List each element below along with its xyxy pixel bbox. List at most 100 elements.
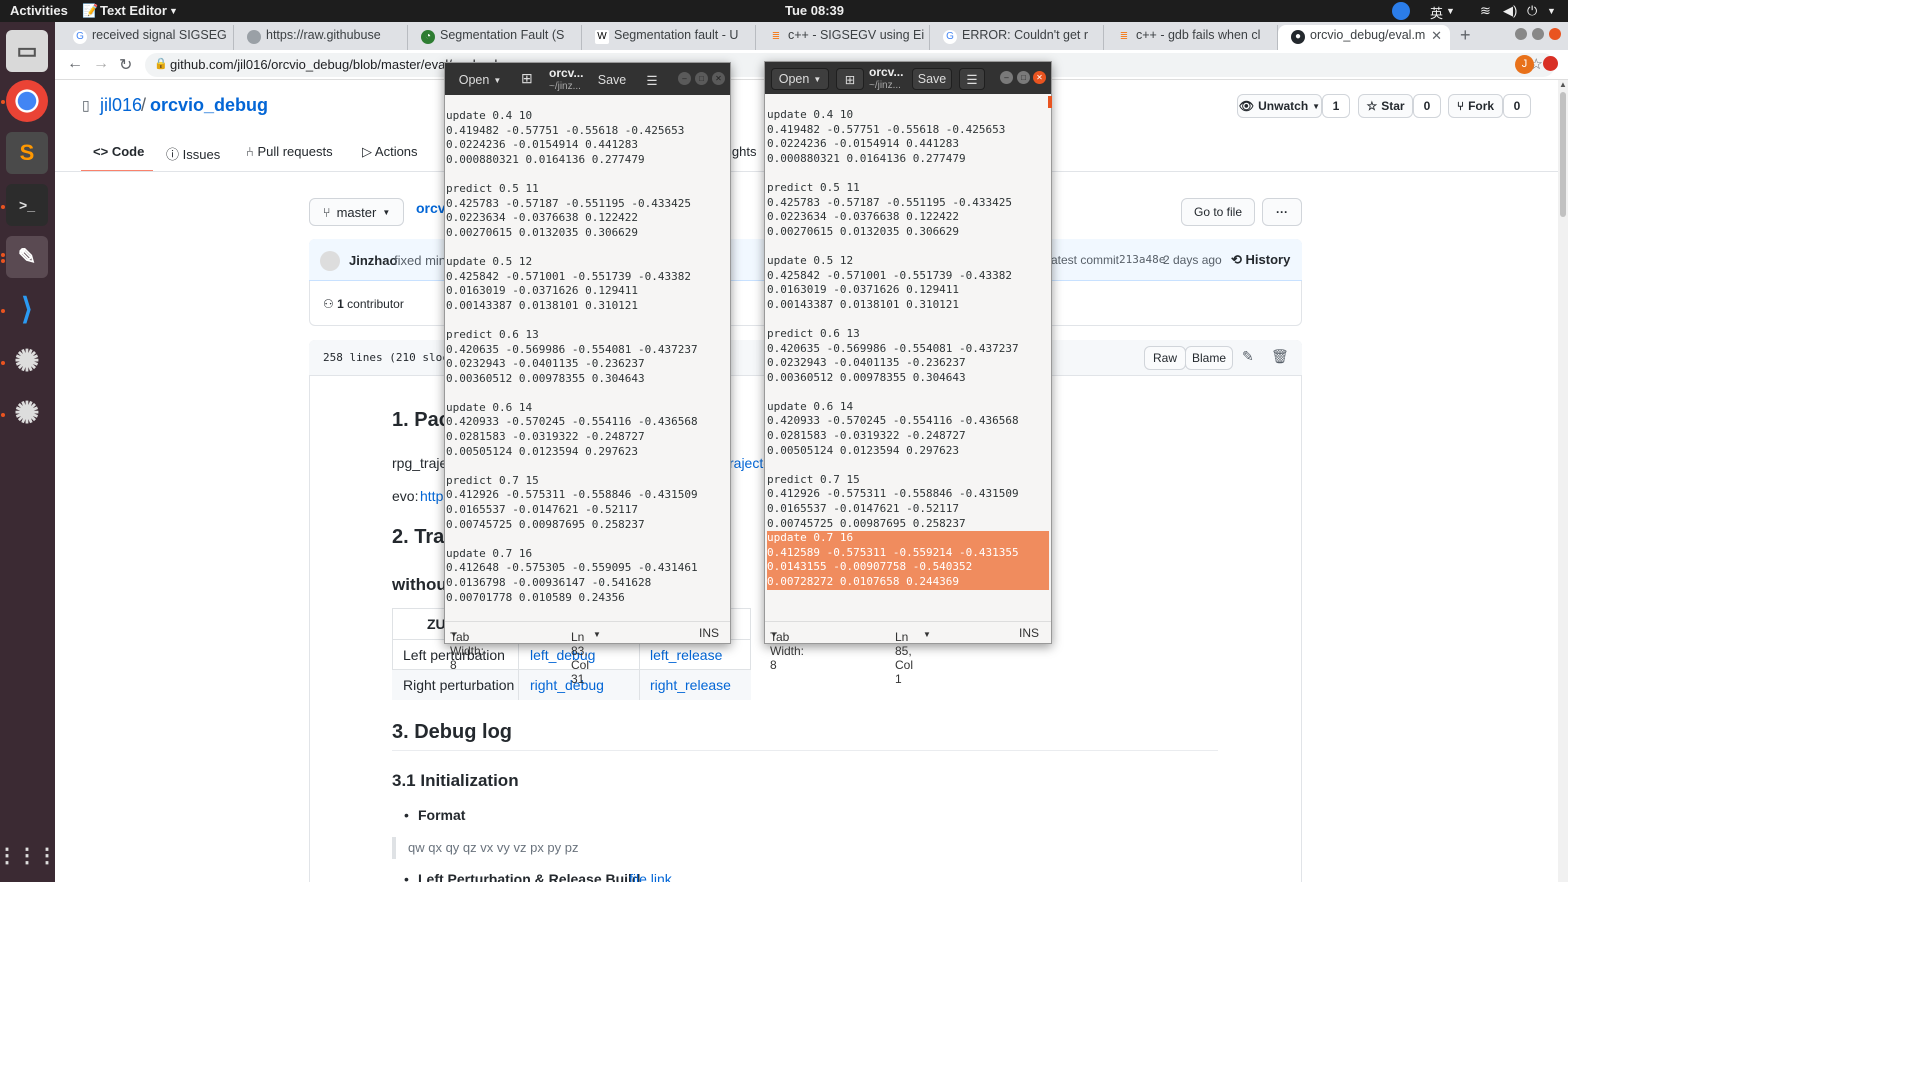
power-icon[interactable]: ⏻ xyxy=(1527,3,1537,19)
close-tab-icon[interactable]: ✕ xyxy=(1431,28,1442,44)
tab[interactable]: ≣ c++ - gdb fails when cl xyxy=(1104,25,1278,50)
image-link[interactable]: right_release xyxy=(650,677,731,693)
ros-icon-2[interactable]: ✺ xyxy=(6,392,48,434)
app-grid-icon[interactable]: ⋮⋮⋮ xyxy=(0,834,57,876)
tab-title: c++ - SIGSEGV using Ei xyxy=(788,28,925,42)
format-label: Format xyxy=(418,807,466,823)
editor-text-area[interactable]: update 0.4 10 0.419482 -0.57751 -0.55618… xyxy=(765,94,1051,623)
repo-owner-link[interactable]: jil016 xyxy=(100,95,142,116)
fork-button[interactable]: ⑂ Fork xyxy=(1448,94,1503,118)
star-count[interactable]: 0 xyxy=(1413,94,1441,118)
minimize-icon[interactable]: – xyxy=(1000,71,1013,84)
branch-selector[interactable]: ⑂ master ▼ xyxy=(309,198,404,226)
clock[interactable]: Tue 08:39 xyxy=(785,3,844,18)
commit-author[interactable]: Jinzhao xyxy=(349,253,397,268)
close-icon[interactable]: ✕ xyxy=(712,72,725,85)
wikipedia-icon: W xyxy=(595,30,609,44)
maximize-icon[interactable] xyxy=(1532,28,1544,40)
delete-trash-icon[interactable]: 🗑 xyxy=(1271,348,1289,365)
file-path: ~/jinz... xyxy=(869,80,901,91)
tab-insights[interactable]: ights xyxy=(729,144,756,159)
activities-button[interactable]: Activities xyxy=(10,3,68,18)
chrome-icon[interactable] xyxy=(6,80,48,122)
scrollbar-thumb[interactable] xyxy=(1560,92,1566,217)
tab-title: Segmentation Fault (S xyxy=(440,28,565,42)
tab[interactable]: W Segmentation fault - U xyxy=(582,25,756,50)
teamviewer-icon[interactable] xyxy=(1392,2,1410,20)
sublime-icon[interactable]: S xyxy=(6,132,48,174)
text-editor-icon[interactable]: ✎ xyxy=(6,236,48,278)
profile-avatar[interactable]: J xyxy=(1515,55,1534,74)
contributors-label: contributor xyxy=(347,297,404,311)
save-button[interactable]: Save xyxy=(592,69,632,91)
go-to-file-button[interactable]: Go to file xyxy=(1181,198,1255,226)
selected-text[interactable]: update 0.7 16 0.412589 -0.575311 -0.5592… xyxy=(767,531,1049,590)
raw-button[interactable]: Raw xyxy=(1144,346,1186,370)
chevron-down-icon: ▼ xyxy=(1446,6,1455,16)
more-options-icon[interactable]: ··· xyxy=(1262,198,1302,226)
tab[interactable]: Greceived signal SIGSEG xyxy=(60,25,234,50)
close-window-icon[interactable] xyxy=(1549,28,1561,40)
edit-pencil-icon[interactable]: ✎ xyxy=(1242,348,1254,365)
minimize-icon[interactable] xyxy=(1515,28,1527,40)
tab-code[interactable]: <> Code xyxy=(93,144,144,159)
history-link[interactable]: ⟲ History xyxy=(1231,252,1290,268)
text-editor-icon: 📝 xyxy=(82,3,99,18)
open-button[interactable]: Open ▼ xyxy=(451,69,509,91)
maximize-icon[interactable]: □ xyxy=(1017,71,1030,84)
tab-actions[interactable]: ▷ Actions xyxy=(362,144,418,160)
wifi-icon[interactable]: ≋ xyxy=(1480,3,1491,19)
vscode-icon[interactable]: ⟩ xyxy=(6,288,48,330)
forward-icon[interactable]: → xyxy=(93,55,109,73)
update-icon[interactable] xyxy=(1543,56,1558,71)
repo-name-link[interactable]: orcvio_debug xyxy=(150,95,268,116)
breadcrumb[interactable]: orcv xyxy=(416,200,446,216)
hamburger-menu-icon[interactable]: ☰ xyxy=(640,69,664,91)
app-menu[interactable]: Text Editor xyxy=(100,3,167,18)
file-link[interactable]: file link xyxy=(629,871,672,882)
files-icon[interactable]: ▭ xyxy=(6,30,48,72)
tab[interactable]: ◔ Segmentation Fault (S xyxy=(408,25,582,50)
avatar[interactable] xyxy=(320,251,340,271)
scroll-up-icon[interactable]: ▲ xyxy=(1559,80,1567,89)
running-indicator xyxy=(1,253,5,257)
chevron-down-icon: ▼ xyxy=(169,6,178,16)
open-button[interactable]: Open ▼ xyxy=(771,68,829,90)
new-document-icon[interactable]: ⊞ xyxy=(521,70,533,87)
unwatch-button[interactable]: 👁 Unwatch ▼ xyxy=(1237,94,1322,118)
input-method[interactable]: 英 xyxy=(1430,3,1443,22)
editor-scrollbar[interactable] xyxy=(1048,96,1052,108)
hamburger-menu-icon[interactable]: ☰ xyxy=(959,68,985,90)
image-link[interactable]: right_debug xyxy=(530,677,604,693)
new-document-icon[interactable]: ⊞ xyxy=(836,68,864,90)
fork-count[interactable]: 0 xyxy=(1503,94,1531,118)
reload-icon[interactable]: ↻ xyxy=(119,55,132,75)
tab-active[interactable]: ● orcvio_debug/eval.m ✕ xyxy=(1278,25,1450,50)
volume-icon[interactable]: ◀) xyxy=(1503,3,1517,19)
close-icon[interactable]: ✕ xyxy=(1033,71,1046,84)
tab[interactable]: ≣ c++ - SIGSEGV using Ei xyxy=(756,25,930,50)
globe-icon xyxy=(247,30,261,44)
tab[interactable]: G ERROR: Couldn't get r xyxy=(930,25,1104,50)
maximize-icon[interactable]: □ xyxy=(695,72,708,85)
terminal-icon[interactable]: >_ xyxy=(6,184,48,226)
image-link[interactable]: left_release xyxy=(650,647,722,663)
editor-text-area[interactable]: update 0.4 10 0.419482 -0.57751 -0.55618… xyxy=(445,95,730,623)
commit-hash[interactable]: 213a48e xyxy=(1119,253,1165,266)
running-indicator xyxy=(1,100,5,104)
tab-issues[interactable]: ⓘ Issues xyxy=(166,144,220,163)
tab[interactable]: https://raw.githubuse xyxy=(234,25,408,50)
watch-count[interactable]: 1 xyxy=(1322,94,1350,118)
top-bar: Activities 📝 Text Editor ▼ Tue 08:39 英 ▼… xyxy=(0,0,1568,22)
tab-pull-requests[interactable]: ⑃ Pull requests xyxy=(246,144,333,159)
contributors[interactable]: ⚇ 1 contributor xyxy=(323,297,404,311)
back-icon[interactable]: ← xyxy=(67,55,83,73)
star-button[interactable]: ☆ Star xyxy=(1358,94,1413,118)
new-tab-button[interactable]: + xyxy=(1460,25,1471,46)
save-button[interactable]: Save xyxy=(912,68,952,90)
people-icon: ⚇ xyxy=(323,297,334,311)
page-scrollbar[interactable]: ▲ xyxy=(1558,80,1568,882)
ros-icon[interactable]: ✺ xyxy=(6,340,48,382)
blame-button[interactable]: Blame xyxy=(1185,346,1233,370)
minimize-icon[interactable]: – xyxy=(678,72,691,85)
